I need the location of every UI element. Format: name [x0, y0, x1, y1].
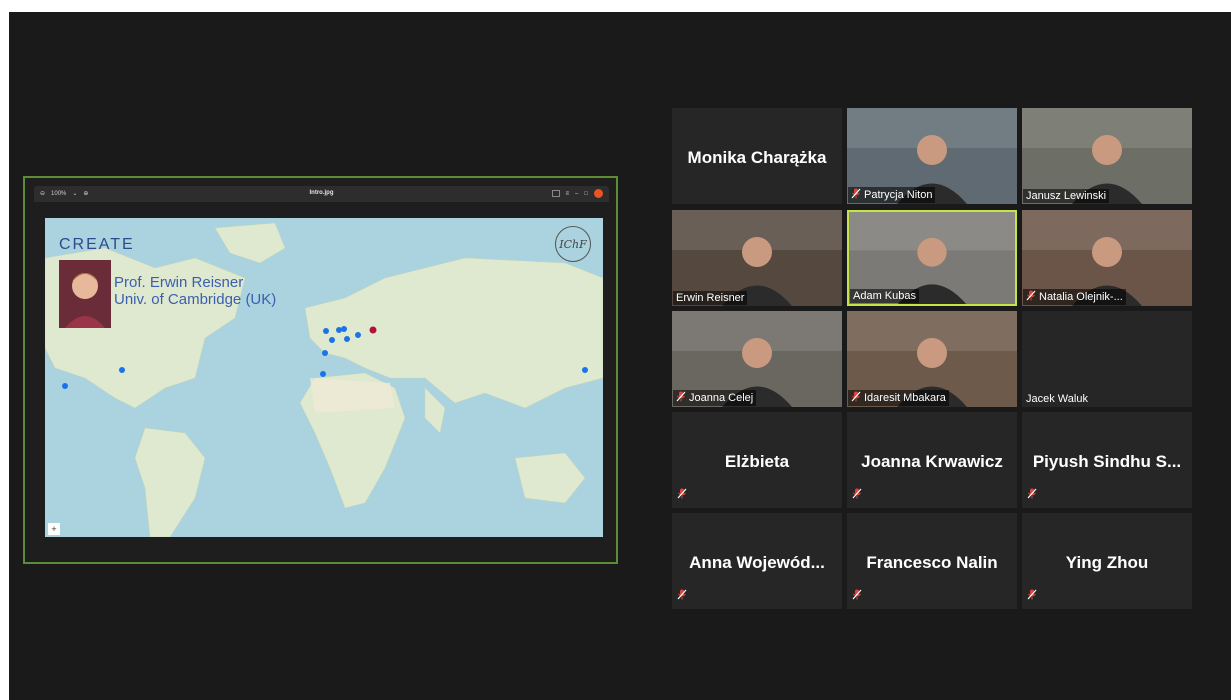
- participant-name: Janusz Lewinski: [1026, 190, 1107, 202]
- microphone-muted-icon: [1027, 587, 1037, 605]
- close-icon[interactable]: [594, 189, 603, 198]
- fullscreen-icon[interactable]: [551, 190, 560, 197]
- speaker-affiliation: Univ. of Cambridge (UK): [114, 291, 277, 308]
- microphone-muted-icon: [677, 587, 687, 605]
- participant-name: Idaresit Mbakara: [864, 392, 946, 404]
- participant-name-label: Patrycja Niton: [848, 187, 936, 203]
- map-pin-icon: [62, 383, 68, 389]
- participant-tile[interactable]: Joanna Celej: [672, 311, 842, 407]
- participant-tile[interactable]: Adam Kubas: [847, 210, 1017, 306]
- participant-name: Ying Zhou: [1065, 553, 1149, 572]
- shared-screen[interactable]: ⊖ 100% ⌄ ⊕ Intro.jpg ≡ – □ CREATE Prof. …: [23, 176, 618, 564]
- map-pin-icon: [320, 371, 326, 377]
- map-pin-icon: [582, 367, 588, 373]
- create-logo: CREATE: [59, 236, 135, 253]
- map-pin-icon: [336, 327, 342, 333]
- participant-tile[interactable]: Monika Charążka: [672, 108, 842, 204]
- ichf-logo-text: IChF: [559, 237, 587, 251]
- viewer-file-name: Intro.jpg: [309, 190, 334, 196]
- participant-name: Jacek Waluk: [1026, 393, 1088, 405]
- presentation-slide: CREATE Prof. Erwin Reisner Univ. of Camb…: [45, 218, 603, 537]
- map-pin-icon: [344, 336, 350, 342]
- participant-name: Natalia Olejnik-...: [1039, 291, 1123, 303]
- participant-tile[interactable]: Janusz Lewinski: [1022, 108, 1192, 204]
- participant-tile[interactable]: Piyush Sindhu S...: [1022, 412, 1192, 508]
- speaker-name: Prof. Erwin Reisner: [114, 274, 244, 291]
- participant-name-label: Natalia Olejnik-...: [1023, 289, 1126, 305]
- map-pin-icon: [355, 332, 361, 338]
- participant-name: Adam Kubas: [853, 290, 916, 302]
- map-pin-icon: [341, 326, 347, 332]
- participant-name: Erwin Reisner: [676, 292, 745, 304]
- participant-name-label: Joanna Celej: [673, 390, 757, 406]
- participant-name-label: Adam Kubas: [850, 289, 919, 303]
- microphone-muted-icon: [676, 391, 686, 405]
- microphone-muted-icon: [1026, 290, 1036, 304]
- participant-tile[interactable]: Idaresit Mbakara: [847, 311, 1017, 407]
- participant-tile[interactable]: Elżbieta: [672, 412, 842, 508]
- participant-name: Anna Wojewód...: [689, 553, 825, 572]
- speaker-photo: [59, 260, 111, 328]
- map-pin-icon: [322, 350, 328, 356]
- map-pin-icon: [323, 328, 329, 334]
- participant-tile[interactable]: Patrycja Niton: [847, 108, 1017, 204]
- microphone-muted-icon: [677, 486, 687, 504]
- participant-tile[interactable]: Ying Zhou: [1022, 513, 1192, 609]
- microphone-muted-icon: [851, 188, 861, 202]
- participant-tile[interactable]: Jacek Waluk: [1022, 311, 1192, 407]
- microphone-muted-icon: [852, 587, 862, 605]
- participant-name-label: Janusz Lewinski: [1023, 189, 1110, 203]
- participant-name: Piyush Sindhu S...: [1032, 452, 1182, 471]
- image-viewer-toolbar: ⊖ 100% ⌄ ⊕ Intro.jpg ≡ – □: [34, 186, 609, 202]
- participant-tile[interactable]: Natalia Olejnik-...: [1022, 210, 1192, 306]
- map-pin-icon: [329, 337, 335, 343]
- map-pin-highlight-icon: [369, 326, 377, 334]
- minimize-icon[interactable]: –: [575, 191, 578, 197]
- microphone-muted-icon: [852, 486, 862, 504]
- map-pin-icon: [119, 367, 125, 373]
- participant-name: Joanna Krwawicz: [861, 452, 1003, 471]
- maximize-icon[interactable]: □: [584, 191, 588, 197]
- participant-tile[interactable]: Erwin Reisner: [672, 210, 842, 306]
- world-map: [45, 222, 603, 537]
- participant-name-label: Jacek Waluk: [1023, 392, 1091, 406]
- participant-tile[interactable]: Anna Wojewód...: [672, 513, 842, 609]
- participant-name: Monika Charążka: [687, 148, 827, 167]
- map-zoom-in-button[interactable]: +: [48, 523, 60, 535]
- participant-name: Elżbieta: [724, 452, 790, 471]
- participant-tile[interactable]: Francesco Nalin: [847, 513, 1017, 609]
- menu-icon[interactable]: ≡: [566, 191, 570, 197]
- participant-name-label: Erwin Reisner: [673, 291, 748, 305]
- participant-tile[interactable]: Joanna Krwawicz: [847, 412, 1017, 508]
- participant-name: Joanna Celej: [689, 392, 754, 404]
- microphone-muted-icon: [1027, 486, 1037, 504]
- participant-name-label: Idaresit Mbakara: [848, 390, 949, 406]
- microphone-muted-icon: [851, 391, 861, 405]
- participant-name: Patrycja Niton: [864, 189, 933, 201]
- participant-name: Francesco Nalin: [866, 553, 998, 572]
- ichf-logo: IChF: [555, 226, 591, 262]
- meeting-stage: ⊖ 100% ⌄ ⊕ Intro.jpg ≡ – □ CREATE Prof. …: [9, 12, 1231, 700]
